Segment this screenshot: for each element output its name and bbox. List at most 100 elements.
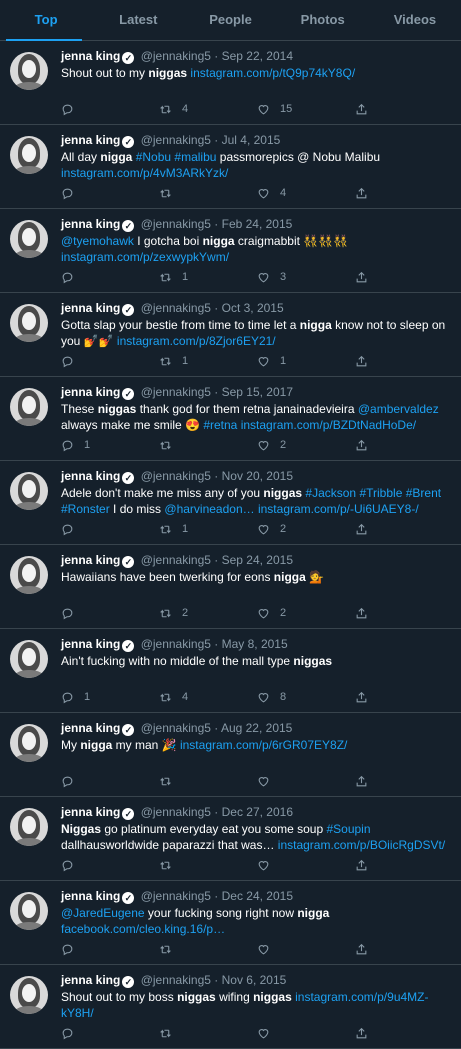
like-button[interactable]: 2 <box>257 439 355 452</box>
tab-photos[interactable]: Photos <box>277 0 369 40</box>
tweet-link[interactable]: instagram.com/p/tQ9p74kY8Q/ <box>190 66 355 80</box>
tweet-date[interactable]: Sep 22, 2014 <box>222 49 293 63</box>
tweet[interactable]: jenna king ✓ @jennaking5 · Oct 3, 2015 Go… <box>0 293 461 377</box>
tweet-date[interactable]: May 8, 2015 <box>222 637 288 651</box>
share-button[interactable] <box>355 271 453 284</box>
share-button[interactable] <box>355 691 453 704</box>
display-name[interactable]: jenna king <box>61 973 120 987</box>
tweet-link[interactable]: #malibu <box>174 150 216 164</box>
tweet-date[interactable]: Sep 24, 2015 <box>222 553 293 567</box>
retweet-button[interactable]: 4 <box>159 691 257 704</box>
tweet-link[interactable]: #Jackson <box>305 486 356 500</box>
display-name[interactable]: jenna king <box>61 721 120 735</box>
avatar[interactable] <box>10 556 48 594</box>
tweet-link[interactable]: instagram.com/p/BZDtNadHoDe/ <box>241 418 416 432</box>
retweet-button[interactable]: 1 <box>159 355 257 368</box>
reply-button[interactable] <box>61 523 159 536</box>
display-name[interactable]: jenna king <box>61 805 120 819</box>
display-name[interactable]: jenna king <box>61 133 120 147</box>
avatar[interactable] <box>10 472 48 510</box>
tweet[interactable]: jenna king ✓ @jennaking5 · Jul 4, 2015 Al… <box>0 125 461 209</box>
retweet-button[interactable]: 4 <box>159 103 257 116</box>
tweet-date[interactable]: Sep 15, 2017 <box>222 385 293 399</box>
tweet-link[interactable]: #retna <box>203 418 237 432</box>
retweet-button[interactable] <box>159 439 257 452</box>
avatar[interactable] <box>10 976 48 1014</box>
user-handle[interactable]: @jennaking5 <box>141 553 211 567</box>
avatar[interactable] <box>10 220 48 258</box>
user-handle[interactable]: @jennaking5 <box>141 49 211 63</box>
user-handle[interactable]: @jennaking5 <box>141 637 211 651</box>
display-name[interactable]: jenna king <box>61 889 120 903</box>
like-button[interactable]: 8 <box>257 691 355 704</box>
reply-button[interactable] <box>61 103 159 116</box>
tweet-link[interactable]: @ambervaldez <box>358 402 439 416</box>
tweet-date[interactable]: Oct 3, 2015 <box>222 301 284 315</box>
retweet-button[interactable] <box>159 187 257 200</box>
share-button[interactable] <box>355 943 453 956</box>
tweet-link[interactable]: facebook.com/cleo.king.16/p… <box>61 922 225 936</box>
like-button[interactable] <box>257 1027 355 1040</box>
tweet-link[interactable]: #Tribble <box>359 486 402 500</box>
tweet-date[interactable]: Dec 27, 2016 <box>222 805 293 819</box>
like-button[interactable]: 3 <box>257 271 355 284</box>
display-name[interactable]: jenna king <box>61 637 120 651</box>
display-name[interactable]: jenna king <box>61 385 120 399</box>
user-handle[interactable]: @jennaking5 <box>141 301 211 315</box>
retweet-button[interactable]: 1 <box>159 271 257 284</box>
tweet[interactable]: jenna king ✓ @jennaking5 · Nov 6, 2015 Sh… <box>0 965 461 1049</box>
avatar[interactable] <box>10 724 48 762</box>
tweet-date[interactable]: Jul 4, 2015 <box>222 133 281 147</box>
tweet-link[interactable]: instagram.com/p/4vM3ARkYzk/ <box>61 166 228 180</box>
like-button[interactable]: 2 <box>257 523 355 536</box>
tweet[interactable]: jenna king ✓ @jennaking5 · Dec 27, 2016 N… <box>0 797 461 881</box>
retweet-button[interactable] <box>159 943 257 956</box>
tab-top[interactable]: Top <box>0 0 92 40</box>
avatar[interactable] <box>10 136 48 174</box>
tab-people[interactable]: People <box>184 0 276 40</box>
tweet-link[interactable]: #Ronster <box>61 502 110 516</box>
tweet-link[interactable]: @tyemohawk <box>61 234 134 248</box>
tweet[interactable]: jenna king ✓ @jennaking5 · Sep 15, 2017 T… <box>0 377 461 461</box>
share-button[interactable] <box>355 187 453 200</box>
retweet-button[interactable] <box>159 859 257 872</box>
avatar[interactable] <box>10 640 48 678</box>
tab-latest[interactable]: Latest <box>92 0 184 40</box>
tweet-link[interactable]: instagram.com/p/BOiicRgDSVt/ <box>278 838 445 852</box>
tweet-date[interactable]: Nov 20, 2015 <box>222 469 293 483</box>
like-button[interactable] <box>257 943 355 956</box>
like-button[interactable]: 4 <box>257 187 355 200</box>
tweet-link[interactable]: instagram.com/p/-Ui6UAEY8-/ <box>258 502 419 516</box>
like-button[interactable] <box>257 859 355 872</box>
share-button[interactable] <box>355 1027 453 1040</box>
tweet[interactable]: jenna king ✓ @jennaking5 · Aug 22, 2015 M… <box>0 713 461 797</box>
display-name[interactable]: jenna king <box>61 469 120 483</box>
user-handle[interactable]: @jennaking5 <box>141 133 211 147</box>
avatar[interactable] <box>10 304 48 342</box>
like-button[interactable]: 15 <box>257 103 355 116</box>
reply-button[interactable] <box>61 187 159 200</box>
user-handle[interactable]: @jennaking5 <box>141 469 211 483</box>
like-button[interactable]: 2 <box>257 607 355 620</box>
tweet-date[interactable]: Feb 24, 2015 <box>222 217 293 231</box>
reply-button[interactable] <box>61 271 159 284</box>
reply-button[interactable] <box>61 775 159 788</box>
tweet-link[interactable]: instagram.com/p/8Zjor6EY21/ <box>117 334 276 348</box>
tweet-link[interactable]: instagram.com/p/zexwypkYwm/ <box>61 250 229 264</box>
share-button[interactable] <box>355 523 453 536</box>
retweet-button[interactable]: 1 <box>159 523 257 536</box>
user-handle[interactable]: @jennaking5 <box>141 385 211 399</box>
display-name[interactable]: jenna king <box>61 553 120 567</box>
reply-button[interactable] <box>61 859 159 872</box>
tweet-date[interactable]: Aug 22, 2015 <box>221 721 292 735</box>
avatar[interactable] <box>10 52 48 90</box>
avatar[interactable] <box>10 388 48 426</box>
avatar[interactable] <box>10 892 48 930</box>
reply-button[interactable] <box>61 607 159 620</box>
tweet-link[interactable]: #Nobu <box>136 150 171 164</box>
like-button[interactable] <box>257 775 355 788</box>
tweet-date[interactable]: Dec 24, 2015 <box>222 889 293 903</box>
display-name[interactable]: jenna king <box>61 301 120 315</box>
user-handle[interactable]: @jennaking5 <box>141 721 211 735</box>
tweet-date[interactable]: Nov 6, 2015 <box>222 973 287 987</box>
